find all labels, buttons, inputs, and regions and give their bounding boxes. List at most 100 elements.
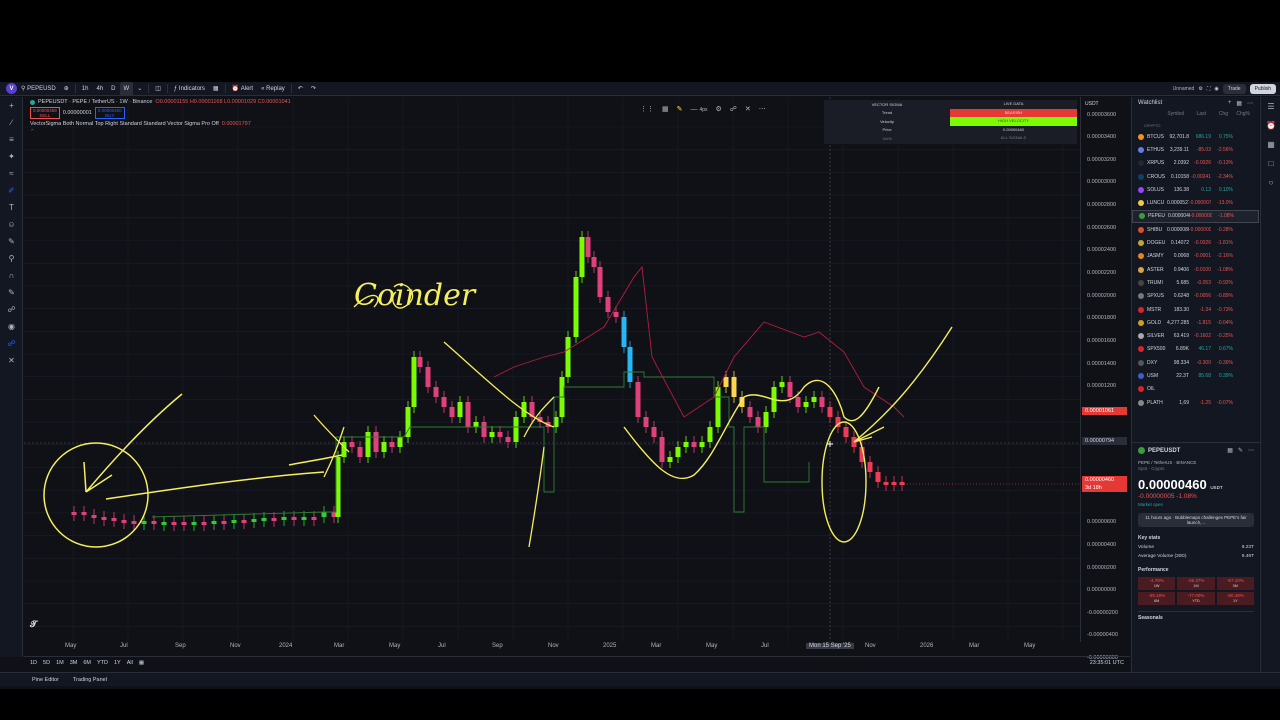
add-symbol-icon[interactable]: +	[1228, 100, 1232, 107]
key-stats-heading[interactable]: Key stats	[1138, 535, 1254, 541]
template-icon[interactable]: ▦	[662, 105, 669, 113]
news-headline[interactable]: 11 hours ago · Bubblemaps challenges PEP…	[1138, 513, 1254, 527]
col-chgp[interactable]: Chg%	[1228, 111, 1250, 117]
currency-selector[interactable]: USDT	[1085, 101, 1099, 107]
compare-icon[interactable]: ⊕	[60, 82, 73, 96]
chart-pane[interactable]: Coinder PEPEUSDT · PEPE / TetherUS · 1W …	[24, 97, 1080, 642]
watchlist-section[interactable]: CRYPTO	[1132, 119, 1259, 130]
watchlist-row-gold[interactable]: GOLD 4,277.285 -1.815 -0.04%	[1132, 316, 1259, 329]
watchlist-row-ethus[interactable]: ETHUS 3,239.11 -85.03 -2.56%	[1132, 143, 1259, 156]
undo-icon[interactable]: ↶	[294, 82, 307, 96]
more-icon[interactable]: ⋯	[1247, 100, 1253, 107]
trash-icon[interactable]: ✕	[745, 105, 751, 113]
tradingview-logo-icon[interactable]: 𝓣	[30, 619, 37, 630]
sell-button[interactable]: 0.00000459 SELL	[30, 107, 60, 119]
zoom-icon[interactable]: ⚲	[0, 250, 23, 267]
perf-6m[interactable]: -59.18% 6M	[1138, 592, 1176, 605]
watchlist-row-spxus[interactable]: SPXUS 0.6248 -0.0056 -0.89%	[1132, 290, 1259, 303]
range-6m[interactable]: 6M	[83, 660, 91, 666]
settings-icon[interactable]: ⚙	[1198, 86, 1202, 92]
seasonals-heading[interactable]: Seasonals	[1138, 611, 1254, 621]
chat-icon[interactable]: □	[1261, 154, 1280, 173]
watchlist-icon[interactable]: ☰	[1261, 97, 1280, 116]
lock-drawing-icon[interactable]: ✎	[0, 284, 23, 301]
ideas-icon[interactable]: ○	[1261, 173, 1280, 192]
layout-icon[interactable]: ▦	[1236, 100, 1242, 107]
perf-1y[interactable]: -80.49% 1Y	[1216, 592, 1254, 605]
lock-icon[interactable]: ☍	[730, 105, 737, 113]
user-avatar[interactable]: V	[6, 83, 17, 94]
magnet-icon[interactable]: ∩	[0, 267, 23, 284]
watchlist-row-jasmy[interactable]: JASMY 0.0068 -0.0001 -2.16%	[1132, 250, 1259, 263]
col-symbol[interactable]: Symbol	[1136, 111, 1184, 117]
replay-button[interactable]: « Replay	[257, 82, 289, 96]
watchlist-row-usm[interactable]: USM 22.3T 85.68 0.39%	[1132, 369, 1259, 382]
trash-icon[interactable]: ✕	[0, 352, 23, 369]
redo-icon[interactable]: ↷	[307, 82, 320, 96]
watchlist-title[interactable]: Watchlist	[1138, 100, 1162, 106]
range-ytd[interactable]: YTD	[97, 660, 108, 666]
settings-icon[interactable]: ⚙	[716, 105, 722, 113]
interval-dropdown-icon[interactable]: ⌄	[133, 82, 146, 96]
hotlist-icon[interactable]: ▦	[1261, 135, 1280, 154]
perf-ytd[interactable]: -77.00% YTD	[1177, 592, 1215, 605]
watchlist-row-dxy[interactable]: DXY 98.334 -0.300 -0.30%	[1132, 356, 1259, 369]
interval-d[interactable]: D	[107, 82, 119, 96]
watchlist-row-shibu[interactable]: SHIBU 0.0000080-0.0000000 -0.28%	[1132, 223, 1259, 236]
price-axis[interactable]: USDT 0.00003600 0.00003400 0.00003200 0.000…	[1080, 97, 1130, 684]
range-3m[interactable]: 3M	[70, 660, 78, 666]
time-axis[interactable]: May Jul Sep Nov 2024 Mar May Jul Sep Nov 2025 Mar Ma…	[24, 642, 1080, 652]
watchlist-row-solus[interactable]: SOLUS 136.38 0.13 0.10%	[1132, 183, 1259, 196]
brush-icon[interactable]: ✐	[0, 182, 23, 199]
perf-3m[interactable]: -57.10% 3M	[1216, 577, 1254, 590]
projection-icon[interactable]: ≈	[0, 165, 23, 182]
watchlist-row-btcus[interactable]: BTCUS 92,701.8 686.19 0.75%	[1132, 130, 1259, 143]
trend-line-icon[interactable]: ∕	[0, 114, 23, 131]
layout-icon[interactable]: ▦	[1227, 447, 1233, 454]
fullscreen-icon[interactable]: ⛶	[1207, 86, 1211, 92]
utc-clock[interactable]: 23:35:01 UTC	[1090, 660, 1124, 666]
interval-4h[interactable]: 4h	[92, 82, 107, 96]
watchlist-row-luncu[interactable]: LUNCU0.0000527-0.0000079 -13.0%	[1132, 196, 1259, 209]
alert-button[interactable]: ⏰ Alert	[228, 82, 258, 96]
watchlist-row-xrpus[interactable]: XRPUS 2.0392 -0.0026 -0.13%	[1132, 157, 1259, 170]
more-icon[interactable]: ⋯	[759, 105, 766, 113]
perf-1m[interactable]: -26.37% 1M	[1177, 577, 1215, 590]
layout-name[interactable]: Unnamed	[1173, 86, 1195, 92]
trading-panel-tab[interactable]: Trading Panel	[73, 677, 107, 683]
crosshair-icon[interactable]: +	[0, 97, 23, 114]
watchlist-row-plath[interactable]: PLATH 1,69 -1.25 -0.07%	[1132, 396, 1259, 409]
drag-handle-icon[interactable]: ⋮⋮	[640, 105, 654, 113]
interval-1h[interactable]: 1h	[78, 82, 93, 96]
lock-icon[interactable]: ☍	[0, 301, 23, 318]
watchlist-row-dogeu[interactable]: DOGEU 0.14072 -0.0026 -1.81%	[1132, 236, 1259, 249]
fib-icon[interactable]: ≡	[0, 131, 23, 148]
watchlist-row-spx500[interactable]: SPX500 6.89K 46.17 0.67%	[1132, 343, 1259, 356]
pencil-icon[interactable]: ✎	[677, 105, 683, 113]
layout-icon[interactable]: ▦	[209, 82, 223, 96]
range-1m[interactable]: 1M	[56, 660, 64, 666]
line-width-control[interactable]: — 4px	[691, 106, 708, 113]
more-icon[interactable]: ⋯	[1248, 447, 1254, 454]
buy-button[interactable]: 0.00000460 BUY	[94, 107, 125, 119]
range-1d[interactable]: 1D	[30, 660, 37, 666]
watchlist-row-crous[interactable]: CROUS 0.10158 -0.00241 -2.34%	[1132, 170, 1259, 183]
publish-button[interactable]: Publish	[1249, 84, 1276, 94]
indicator-legend[interactable]: VectorSigma Both Normal Top Right Standa…	[30, 121, 291, 127]
ruler-icon[interactable]: ✎	[0, 233, 23, 250]
watchlist-row-aster[interactable]: ASTER 0.9406 -0.0100 -1.08%	[1132, 263, 1259, 276]
link-icon[interactable]: ☍	[0, 335, 23, 352]
text-icon[interactable]: T	[0, 199, 23, 216]
col-last[interactable]: Last	[1184, 111, 1206, 117]
col-chg[interactable]: Chg	[1206, 111, 1228, 117]
symbol-search[interactable]: ⚲ PEPEUSD	[17, 82, 60, 96]
trade-button[interactable]: Trade	[1222, 84, 1246, 94]
watchlist-row-mstr[interactable]: MSTR 183.30 -1.34 -0.73%	[1132, 303, 1259, 316]
watchlist-row-oil[interactable]: OIL	[1132, 383, 1259, 396]
detail-symbol[interactable]: PEPEUSDT	[1148, 448, 1180, 454]
watchlist-row-silver[interactable]: SILVER 63.419 -0.1602 -0.25%	[1132, 329, 1259, 342]
pine-editor-tab[interactable]: Pine Editor	[32, 677, 59, 683]
camera-icon[interactable]: ◉	[1214, 86, 1218, 92]
date-range-icon[interactable]: ▦	[139, 660, 144, 666]
eye-icon[interactable]: ◉	[0, 318, 23, 335]
